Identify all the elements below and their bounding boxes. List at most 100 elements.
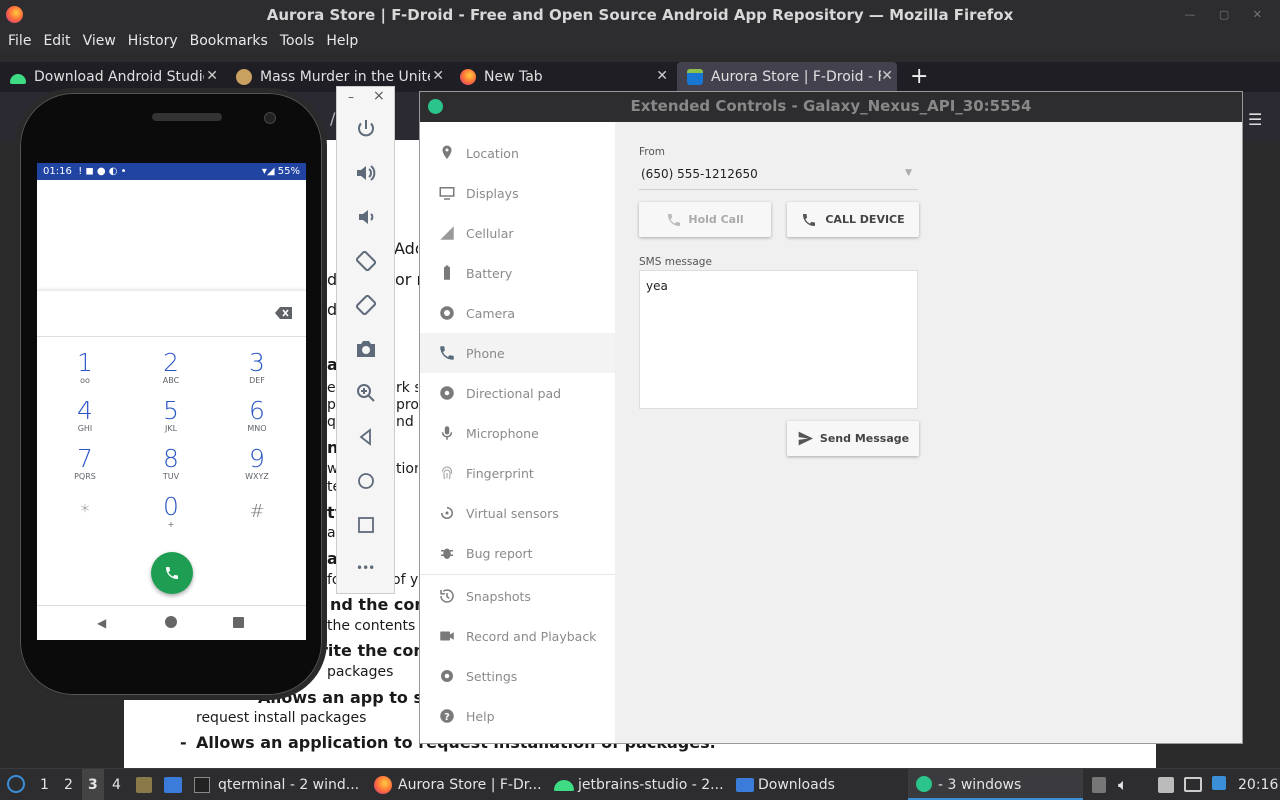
notes-icon[interactable]: [1158, 777, 1174, 793]
zoom-icon[interactable]: [354, 381, 378, 405]
file-manager-icon[interactable]: [136, 777, 152, 793]
network-icon[interactable]: [1184, 777, 1202, 792]
hold-call-button[interactable]: Hold Call: [639, 202, 771, 237]
sidebar-item-location[interactable]: Location: [420, 133, 615, 173]
taskbar-item-qterminal[interactable]: qterminal - 2 wind...: [218, 769, 359, 800]
phone-screen[interactable]: 01:16 ! ◼ ● ◐ • ▾◢ 55% 1 ᴏᴏ 2 ABC 3 DEF 4 GH…: [37, 163, 306, 640]
rotate-right-icon[interactable]: [354, 293, 378, 317]
power-icon[interactable]: [354, 117, 378, 141]
more-icon[interactable]: •••: [356, 561, 375, 575]
camera-icon[interactable]: [354, 337, 378, 361]
dial-key-9[interactable]: 9 WXYZ: [227, 446, 287, 482]
sidebar-item-record-and-playback[interactable]: Record and Playback: [420, 616, 615, 656]
sidebar-item-label: Snapshots: [466, 588, 531, 604]
menu-tools[interactable]: Tools: [274, 30, 321, 54]
taskbar-item-downloads[interactable]: Downloads: [758, 769, 835, 800]
start-menu-icon[interactable]: [7, 775, 25, 793]
sms-message-textarea[interactable]: yea: [639, 270, 918, 409]
sidebar-item-microphone[interactable]: Microphone: [420, 413, 615, 453]
sidebar-item-snapshots[interactable]: Snapshots: [420, 576, 615, 616]
taskbar-item-firefox[interactable]: Aurora Store | F-Dr...: [398, 769, 542, 800]
home-icon[interactable]: [354, 469, 378, 493]
back-icon[interactable]: [354, 425, 378, 449]
close-icon[interactable]: ×: [373, 88, 385, 104]
nav-overview-icon[interactable]: [233, 617, 244, 628]
dial-key-0[interactable]: 0 +: [141, 494, 201, 530]
minimize-icon[interactable]: –: [348, 90, 354, 104]
sidebar-item-label: Camera: [466, 305, 516, 321]
close-tab-icon[interactable]: ✕: [881, 68, 893, 84]
close-tab-icon[interactable]: ✕: [432, 68, 444, 84]
tab-aurora-store[interactable]: Aurora Store | F-Droid - F ✕: [677, 62, 897, 92]
dial-key-3[interactable]: 3 DEF: [227, 350, 287, 386]
microphone-icon: [441, 426, 453, 440]
update-icon[interactable]: [1212, 776, 1226, 790]
menu-view[interactable]: View: [77, 30, 122, 54]
hamburger-menu-icon[interactable]: ☰: [1248, 110, 1262, 129]
close-tab-icon[interactable]: ✕: [206, 68, 218, 84]
menu-bookmarks[interactable]: Bookmarks: [184, 30, 274, 54]
rotate-left-icon[interactable]: [354, 249, 378, 273]
sidebar-item-label: Help: [466, 708, 495, 724]
window-controls[interactable]: — ▢ ✕: [1184, 8, 1272, 21]
sidebar-item-phone[interactable]: Phone: [420, 333, 615, 373]
dial-key-8[interactable]: 8 TUV: [141, 446, 201, 482]
sidebar-item-directional-pad[interactable]: Directional pad: [420, 373, 615, 413]
dial-key-7[interactable]: 7 PQRS: [55, 446, 115, 482]
send-message-button[interactable]: Send Message: [787, 421, 919, 456]
volume-up-icon[interactable]: [354, 161, 378, 185]
workspace-1[interactable]: 1: [40, 769, 49, 800]
workspace-4[interactable]: 4: [112, 769, 121, 800]
phone-paused-icon: [668, 213, 681, 226]
page-text: or n: [395, 270, 419, 289]
cellular-icon: [440, 226, 454, 240]
dial-key-1[interactable]: 1 ᴏᴏ: [55, 350, 115, 386]
menu-file[interactable]: File: [2, 30, 37, 54]
backspace-icon[interactable]: [275, 306, 293, 320]
close-tab-icon[interactable]: ✕: [656, 68, 668, 84]
android-nav-bar: ◀: [37, 605, 306, 640]
sidebar-item-cellular[interactable]: Cellular: [420, 213, 615, 253]
nav-home-icon[interactable]: [165, 616, 177, 628]
overview-icon[interactable]: [354, 513, 378, 537]
android-icon: [10, 74, 26, 84]
volume-icon[interactable]: 🔈︎: [1118, 769, 1128, 800]
send-message-label: Send Message: [819, 432, 910, 445]
sidebar-item-virtual-sensors[interactable]: Virtual sensors: [420, 493, 615, 533]
dial-key-4[interactable]: 4 GHI: [55, 398, 115, 434]
taskbar-item-emulator[interactable]: - 3 windows: [938, 769, 1021, 800]
call-device-button[interactable]: CALL DEVICE: [787, 202, 919, 237]
hold-call-label: Hold Call: [688, 213, 744, 226]
new-tab-button[interactable]: +: [910, 64, 928, 89]
sidebar-item-bug-report[interactable]: Bug report: [420, 533, 615, 573]
menu-edit[interactable]: Edit: [37, 30, 76, 54]
dial-key-2[interactable]: 2 ABC: [141, 350, 201, 386]
dial-key-5[interactable]: 5 JKL: [141, 398, 201, 434]
workspace-3-active[interactable]: 3: [82, 769, 104, 800]
taskbar-item-studio[interactable]: jetbrains-studio - 2...: [578, 769, 724, 800]
menu-help[interactable]: Help: [320, 30, 364, 54]
sms-text: yea: [646, 279, 668, 293]
sidebar-item-help[interactable]: ? Help: [420, 696, 615, 736]
dialer-number-field[interactable]: [37, 291, 306, 337]
dial-key-hash[interactable]: #: [227, 499, 287, 525]
sidebar-item-settings[interactable]: Settings: [420, 656, 615, 696]
emulator-app-icon: [916, 776, 932, 792]
sidebar-item-battery[interactable]: Battery: [420, 253, 615, 293]
page-text: rite the content: [320, 641, 419, 660]
sidebar-item-fingerprint[interactable]: Fingerprint: [420, 453, 615, 493]
dial-key-6[interactable]: 6 MNO: [227, 398, 287, 434]
workspace-2[interactable]: 2: [64, 769, 73, 800]
menu-history[interactable]: History: [122, 30, 184, 54]
from-number-dropdown[interactable]: (650) 555-1212650 ▼: [639, 164, 918, 190]
volume-down-icon[interactable]: [354, 205, 378, 229]
window-title: Extended Controls - Galaxy_Nexus_API_30:…: [630, 97, 1032, 115]
sidebar-item-camera[interactable]: Camera: [420, 293, 615, 333]
dial-call-button[interactable]: [151, 552, 193, 594]
tab-new-tab[interactable]: New Tab ✕: [450, 62, 672, 92]
sidebar-item-displays[interactable]: Displays: [420, 173, 615, 213]
dial-key-star[interactable]: *: [55, 499, 115, 525]
desktop-icon[interactable]: [164, 777, 182, 793]
nav-back-icon[interactable]: ◀: [97, 616, 106, 630]
clipboard-icon[interactable]: [1092, 777, 1106, 793]
